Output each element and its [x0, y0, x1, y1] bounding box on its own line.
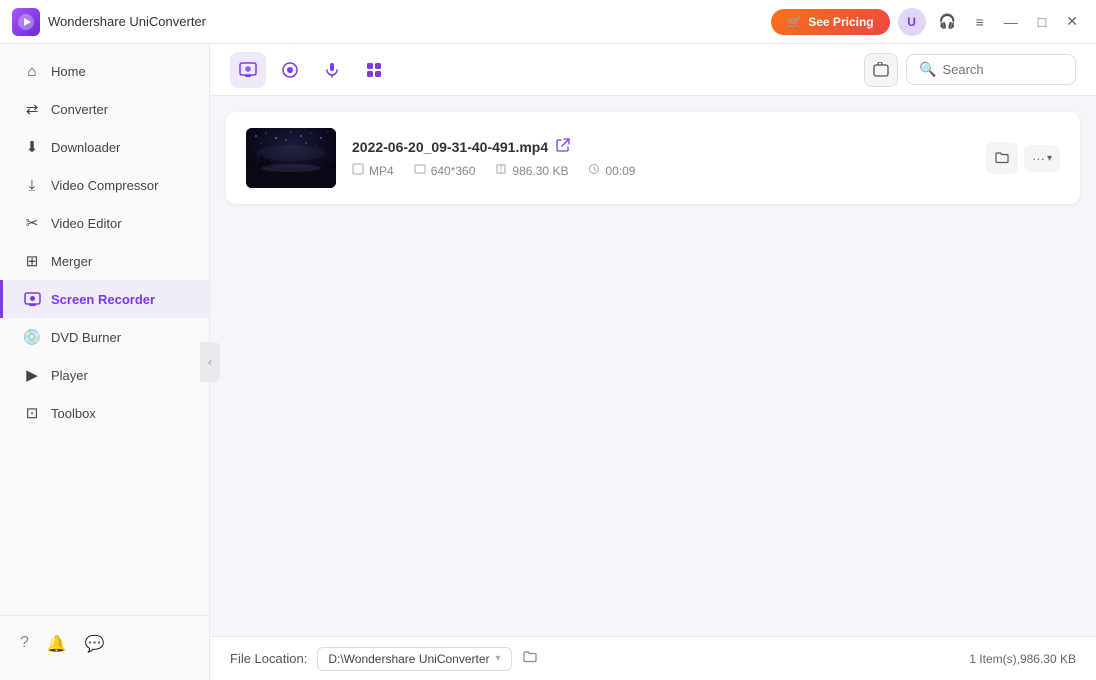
help-icon[interactable]: ? — [20, 634, 29, 654]
file-meta: MP4 640*360 — [352, 163, 970, 178]
see-pricing-button[interactable]: 🛒 See Pricing — [771, 9, 889, 35]
main-layout: ⌂ Home ⇄ Converter ⬇ Downloader ⤓ Video … — [0, 44, 1096, 680]
sidebar-item-video-compressor[interactable]: ⤓ Video Compressor — [0, 166, 209, 204]
maximize-button[interactable]: □ — [1032, 10, 1052, 34]
file-resolution: 640*360 — [414, 163, 476, 178]
sidebar-item-toolbox[interactable]: ⊡ Toolbox — [0, 394, 209, 432]
sidebar-item-dvd-burner[interactable]: 💿 DVD Burner — [0, 318, 209, 356]
sidebar-item-screen-recorder[interactable]: Screen Recorder — [0, 280, 209, 318]
user-avatar-button[interactable]: U — [898, 8, 926, 36]
merger-icon: ⊞ — [23, 252, 41, 270]
file-count: 1 Item(s),986.30 KB — [969, 652, 1076, 666]
sidebar-bottom-icons: ? 🔔 💬 — [0, 626, 209, 662]
search-box: 🔍 — [906, 54, 1076, 85]
feedback-icon[interactable]: 💬 — [85, 634, 105, 654]
tab-audio-record[interactable] — [314, 52, 350, 88]
home-icon: ⌂ — [23, 62, 41, 80]
search-icon: 🔍 — [919, 61, 936, 78]
more-chevron-icon: ▾ — [1047, 153, 1052, 164]
player-icon: ▶ — [23, 366, 41, 384]
open-location-folder-icon[interactable] — [522, 649, 538, 668]
downloader-icon: ⬇ — [23, 138, 41, 156]
sidebar-item-merger[interactable]: ⊞ Merger — [0, 242, 209, 280]
file-actions: ··· ▾ — [986, 142, 1060, 174]
file-location-select[interactable]: D:\Wondershare UniConverter ▾ — [317, 647, 511, 671]
file-info: 2022-06-20_09-31-40-491.mp4 — [352, 138, 970, 178]
open-folder-button[interactable] — [986, 142, 1018, 174]
format-icon — [352, 163, 364, 178]
notification-icon[interactable]: 🔔 — [47, 634, 67, 654]
more-dots-icon: ··· — [1032, 151, 1045, 166]
sidebar-bottom: ? 🔔 💬 — [0, 615, 209, 672]
sidebar-item-downloader[interactable]: ⬇ Downloader — [0, 128, 209, 166]
headphone-button[interactable]: 🎧 — [934, 8, 962, 36]
tab-apps[interactable] — [356, 52, 392, 88]
screen-recorder-icon — [23, 290, 41, 308]
sidebar-item-converter[interactable]: ⇄ Converter — [0, 90, 209, 128]
app-icon — [12, 8, 40, 36]
file-thumbnail — [246, 128, 336, 188]
sidebar-item-home[interactable]: ⌂ Home — [0, 52, 209, 90]
hamburger-button[interactable]: ≡ — [970, 10, 990, 34]
file-location: File Location: D:\Wondershare UniConvert… — [230, 647, 538, 671]
file-name-row: 2022-06-20_09-31-40-491.mp4 — [352, 138, 970, 155]
content-header: 🔍 — [210, 44, 1096, 96]
video-compressor-icon: ⤓ — [23, 176, 41, 194]
content-footer: File Location: D:\Wondershare UniConvert… — [210, 636, 1096, 680]
duration-icon — [588, 163, 600, 178]
tab-camera-record[interactable] — [272, 52, 308, 88]
content-area: 🔍 — [210, 44, 1096, 680]
content-main: 2022-06-20_09-31-40-491.mp4 — [210, 96, 1096, 636]
titlebar-left: Wondershare UniConverter — [12, 8, 206, 36]
file-card: 2022-06-20_09-31-40-491.mp4 — [226, 112, 1080, 204]
tab-screen-record[interactable] — [230, 52, 266, 88]
header-right: 🔍 — [864, 53, 1076, 87]
collapse-sidebar-handle[interactable]: ‹ — [200, 342, 220, 382]
titlebar-right: 🛒 See Pricing U 🎧 ≡ — □ ✕ — [771, 8, 1084, 36]
file-format: MP4 — [352, 163, 394, 178]
sidebar: ⌂ Home ⇄ Converter ⬇ Downloader ⤓ Video … — [0, 44, 210, 680]
titlebar: Wondershare UniConverter 🛒 See Pricing U… — [0, 0, 1096, 44]
app-title: Wondershare UniConverter — [48, 14, 206, 29]
size-icon — [495, 163, 507, 178]
open-file-icon[interactable] — [556, 138, 570, 155]
file-size: 986.30 KB — [495, 163, 568, 178]
cart-icon: 🛒 — [787, 15, 802, 29]
resolution-icon — [414, 163, 426, 178]
file-duration: 00:09 — [588, 163, 635, 178]
more-actions-button[interactable]: ··· ▾ — [1024, 145, 1060, 172]
video-editor-icon: ✂ — [23, 214, 41, 232]
add-file-button[interactable] — [864, 53, 898, 87]
converter-icon: ⇄ — [23, 100, 41, 118]
tab-icons — [230, 52, 392, 88]
sidebar-item-player[interactable]: ▶ Player — [0, 356, 209, 394]
minimize-button[interactable]: — — [998, 10, 1024, 34]
close-button[interactable]: ✕ — [1060, 9, 1084, 34]
toolbox-icon: ⊡ — [23, 404, 41, 422]
sidebar-item-video-editor[interactable]: ✂ Video Editor — [0, 204, 209, 242]
file-location-label: File Location: — [230, 651, 307, 666]
dropdown-chevron-icon: ▾ — [496, 653, 501, 664]
search-input[interactable] — [942, 62, 1062, 77]
dvd-burner-icon: 💿 — [23, 328, 41, 346]
file-name: 2022-06-20_09-31-40-491.mp4 — [352, 139, 548, 155]
